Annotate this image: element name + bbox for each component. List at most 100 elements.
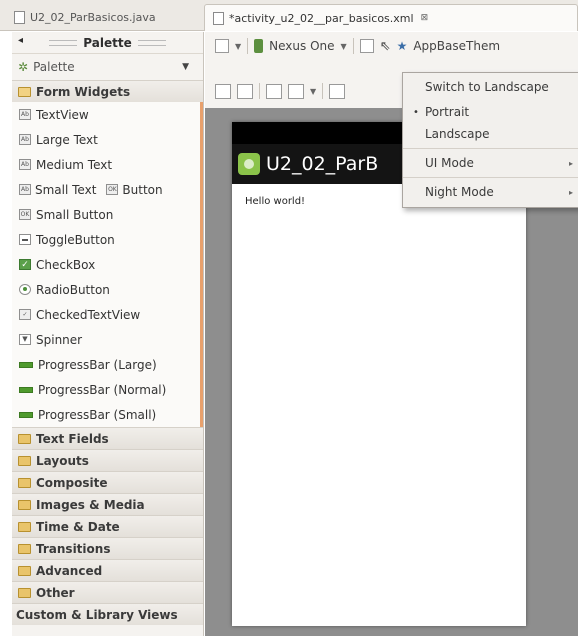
category-composite[interactable]: Composite	[12, 471, 203, 493]
widget-small-text-row: Ab Small Text OK Button	[12, 177, 200, 202]
widget-togglebutton[interactable]: ToggleButton	[12, 227, 200, 252]
category-layouts[interactable]: Layouts	[12, 449, 203, 471]
folder-icon	[18, 433, 31, 444]
chevron-down-icon[interactable]: ▼	[235, 42, 241, 51]
menu-item-ui-mode[interactable]: UI Mode ▸	[403, 152, 578, 174]
category-transitions[interactable]: Transitions	[12, 537, 203, 559]
widget-medium-text[interactable]: Ab Medium Text	[12, 152, 200, 177]
widget-spinner[interactable]: ▼ Spinner	[12, 327, 200, 352]
folder-icon	[18, 565, 31, 576]
widget-large-text[interactable]: Ab Large Text	[12, 127, 200, 152]
category-advanced[interactable]: Advanced	[12, 559, 203, 581]
layout-icon[interactable]	[329, 83, 346, 99]
cursor-pointer-icon: ⇖	[379, 38, 391, 54]
menu-item-label: UI Mode	[425, 156, 474, 170]
category-images-media[interactable]: Images & Media	[12, 493, 203, 515]
close-tab-icon[interactable]: ⊠	[421, 13, 429, 23]
category-label: Time & Date	[36, 519, 120, 534]
widget-radiobutton[interactable]: RadioButton	[12, 277, 200, 302]
widget-label: Spinner	[36, 332, 83, 347]
editor-toolbar-bottom: ▼	[205, 78, 415, 104]
category-label: Custom & Library Views	[16, 607, 178, 622]
app-title: U2_02_ParB	[266, 153, 379, 175]
folder-icon	[18, 477, 31, 488]
palette-dropdown[interactable]: ✲ Palette ▼	[12, 54, 203, 80]
menu-item-label: Portrait	[425, 105, 470, 119]
submenu-arrow-icon: ▸	[568, 158, 573, 168]
widget-label: CheckedTextView	[36, 307, 141, 322]
device-selector[interactable]: Nexus One	[269, 39, 334, 53]
collapse-arrow-icon[interactable]: ◂	[18, 35, 23, 46]
category-time-date[interactable]: Time & Date	[12, 515, 203, 537]
togglebutton-icon	[19, 234, 31, 245]
margins-icon[interactable]	[266, 83, 282, 99]
tab-java-file[interactable]: U2_02_ParBasicos.java	[6, 4, 202, 31]
menu-item-night-mode[interactable]: Night Mode ▸	[403, 181, 578, 203]
chevron-down-icon[interactable]: ▼	[310, 87, 316, 96]
widget-textview[interactable]: Ab TextView	[12, 102, 200, 127]
category-label: Images & Media	[36, 497, 145, 512]
widget-label: ToggleButton	[36, 232, 115, 247]
category-text-fields[interactable]: Text Fields	[12, 427, 203, 449]
editor-toolbar-top: ▼ Nexus One ▼ ⇖ ★ AppBaseThem	[205, 32, 578, 60]
menu-item-switch-landscape[interactable]: Switch to Landscape	[403, 73, 578, 101]
tab-xml-file[interactable]: *activity_u2_02__par_basicos.xml ⊠	[204, 4, 578, 31]
category-custom-library-views[interactable]: Custom & Library Views	[12, 603, 203, 625]
orientation-icon[interactable]	[359, 39, 374, 53]
menu-separator	[403, 177, 578, 178]
category-label: Text Fields	[36, 431, 109, 446]
java-file-icon	[14, 11, 25, 24]
widget-checkedtextview[interactable]: ✓ CheckedTextView	[12, 302, 200, 327]
toolbar-separator	[322, 83, 324, 99]
xml-file-icon	[213, 11, 224, 25]
widget-label: Medium Text	[36, 157, 113, 172]
category-label: Transitions	[36, 541, 111, 556]
widget-small-text[interactable]: Small Text	[35, 183, 96, 197]
widget-small-button[interactable]: OK Small Button	[12, 202, 200, 227]
menu-item-label: Switch to Landscape	[425, 80, 549, 94]
theme-selector[interactable]: AppBaseThem	[413, 39, 500, 53]
editor-tabs: U2_02_ParBasicos.java *activity_u2_02__p…	[0, 0, 578, 31]
radiobutton-icon	[19, 284, 31, 295]
widget-progressbar-normal[interactable]: ProgressBar (Normal)	[12, 377, 200, 402]
widget-label: CheckBox	[36, 257, 96, 272]
widget-label: ProgressBar (Small)	[38, 407, 157, 422]
category-label: Other	[36, 585, 75, 600]
selected-bullet-icon: •	[413, 106, 419, 118]
app-launcher-icon	[238, 153, 260, 175]
menu-item-portrait[interactable]: • Portrait	[403, 101, 578, 123]
device-phone-icon	[254, 39, 264, 53]
widget-progressbar-small[interactable]: ProgressBar (Small)	[12, 402, 200, 427]
folder-icon	[18, 543, 31, 554]
config-file-icon[interactable]	[215, 39, 229, 53]
folder-icon	[18, 521, 31, 532]
widget-label: Large Text	[36, 132, 98, 147]
fit-width-icon[interactable]	[215, 83, 231, 99]
widget-list: Ab TextView Ab Large Text Ab Medium Text Ab…	[12, 102, 203, 427]
tab-label: *activity_u2_02__par_basicos.xml	[229, 11, 414, 25]
star-icon: ★	[396, 39, 408, 53]
submenu-arrow-icon: ▸	[568, 187, 573, 197]
progressbar-icon	[19, 361, 33, 368]
category-label: Composite	[36, 475, 108, 490]
chevron-down-icon[interactable]: ▼	[341, 42, 347, 51]
widget-button[interactable]: Button	[122, 183, 162, 197]
widget-label: Small Button	[36, 207, 114, 222]
toolbar-separator	[259, 83, 260, 99]
palette-icon: ✲	[18, 60, 29, 74]
folder-icon	[18, 587, 31, 598]
menu-item-label: Night Mode	[425, 185, 494, 199]
toolbar-separator	[352, 38, 354, 54]
gravity-icon[interactable]	[288, 83, 304, 99]
drag-handle-icon[interactable]	[49, 39, 78, 46]
menu-item-landscape[interactable]: Landscape	[403, 123, 578, 145]
palette-panel: ◂ Palette ✲ Palette ▼ Form Widgets Ab Tex…	[12, 32, 204, 636]
category-form-widgets[interactable]: Form Widgets	[12, 80, 203, 102]
folder-icon	[18, 455, 31, 466]
fit-height-icon[interactable]	[237, 83, 253, 99]
category-other[interactable]: Other	[12, 581, 203, 603]
widget-checkbox[interactable]: ✓ CheckBox	[12, 252, 200, 277]
drag-handle-icon[interactable]	[137, 39, 166, 46]
widget-label: ProgressBar (Large)	[38, 357, 157, 372]
widget-progressbar-large[interactable]: ProgressBar (Large)	[12, 352, 200, 377]
